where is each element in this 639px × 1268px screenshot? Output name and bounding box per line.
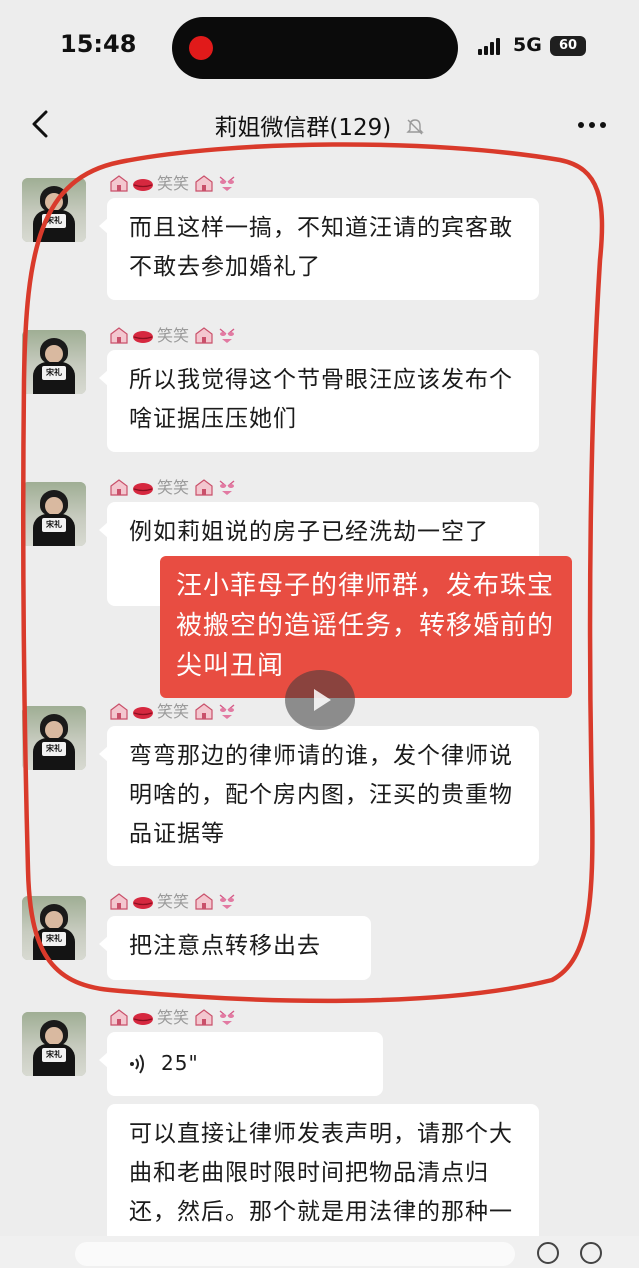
sender-name-text: 笑笑 <box>157 174 190 193</box>
sender-name: 笑笑 <box>109 322 240 348</box>
sender-name-text: 笑笑 <box>157 702 190 721</box>
sender-avatar[interactable]: 宋礼 <box>22 1012 86 1076</box>
bikini-emoji-icon <box>217 477 237 501</box>
sender-name-text: 笑笑 <box>157 1008 190 1027</box>
sender-avatar[interactable]: 宋礼 <box>22 330 86 394</box>
message-text: 弯弯那边的律师请的谁，发个律师说明啥的，配个房内图，汪买的贵重物品证据等 <box>129 743 513 847</box>
lips-emoji-icon <box>132 177 154 197</box>
sender-name-text: 笑笑 <box>157 892 190 911</box>
sender-name: 笑笑 <box>109 888 240 914</box>
lips-emoji-icon <box>132 1011 154 1031</box>
avatar-badge-text: 宋礼 <box>42 1048 66 1062</box>
voice-duration: 25" <box>161 1051 199 1075</box>
sender-avatar[interactable]: 宋礼 <box>22 482 86 546</box>
message-text: 可以直接让律师发表声明，请那个大曲和老曲限时限时间把物品清点归还，然后。那个就是… <box>129 1121 513 1254</box>
avatar-badge-text: 宋礼 <box>42 932 66 946</box>
voice-message-bubble[interactable]: 25" <box>99 1032 383 1096</box>
bikini-emoji-icon <box>217 891 237 915</box>
house-emoji-icon <box>194 325 214 349</box>
lips-emoji-icon <box>132 895 154 915</box>
bikini-emoji-icon <box>217 173 237 197</box>
bikini-emoji-icon <box>217 1007 237 1031</box>
bikini-emoji-icon <box>217 325 237 349</box>
message-text: 例如莉姐说的房子已经洗劫一空了 <box>129 519 489 545</box>
bikini-emoji-icon <box>217 701 237 725</box>
recording-indicator-icon <box>189 36 213 60</box>
sender-avatar[interactable]: 宋礼 <box>22 896 86 960</box>
chat-screen: 15:48 5G 60 莉姐微信群(129) 宋礼 笑笑 而且这样一搞，不知道汪… <box>0 0 639 1268</box>
message-bubble[interactable]: 可以直接让律师发表声明，请那个大曲和老曲限时限时间把物品清点归还，然后。那个就是… <box>107 1104 539 1254</box>
chat-title-text: 莉姐微信群(129) <box>214 115 392 141</box>
dynamic-island <box>172 17 458 79</box>
avatar-badge-text: 宋礼 <box>42 366 66 380</box>
mute-bell-icon <box>405 119 424 135</box>
signal-icon <box>478 37 506 55</box>
avatar-badge-text: 宋礼 <box>42 518 66 532</box>
emoji-icon[interactable] <box>537 1242 559 1264</box>
message-bubble[interactable]: 所以我觉得这个节骨眼汪应该发布个啥证据压压她们 <box>99 350 539 452</box>
sender-avatar[interactable]: 宋礼 <box>22 178 86 242</box>
play-icon[interactable] <box>285 670 355 730</box>
lips-emoji-icon <box>132 481 154 501</box>
chat-title: 莉姐微信群(129) <box>0 108 639 142</box>
message-text: 而且这样一搞，不知道汪请的宾客敢不敢去参加婚礼了 <box>129 215 513 280</box>
input-bar[interactable] <box>0 1236 639 1268</box>
battery-indicator: 60 <box>550 36 586 56</box>
house-emoji-icon <box>109 701 129 725</box>
sender-name-text: 笑笑 <box>157 478 190 497</box>
house-emoji-icon <box>194 477 214 501</box>
message-text: 把注意点转移出去 <box>129 933 321 959</box>
message-input[interactable] <box>75 1242 515 1266</box>
sender-avatar[interactable]: 宋礼 <box>22 706 86 770</box>
message-bubble[interactable]: 把注意点转移出去 <box>99 916 371 980</box>
more-dots-icon[interactable] <box>572 110 612 140</box>
lips-emoji-icon <box>132 329 154 349</box>
sender-name: 笑笑 <box>109 698 240 724</box>
sender-name-text: 笑笑 <box>157 326 190 345</box>
house-emoji-icon <box>109 891 129 915</box>
house-emoji-icon <box>109 173 129 197</box>
avatar-badge-text: 宋礼 <box>42 742 66 756</box>
annotation-caption: 汪小菲母子的律师群，发布珠宝被搬空的造谣任务，转移婚前的尖叫丑闻 <box>160 556 572 698</box>
house-emoji-icon <box>109 325 129 349</box>
house-emoji-icon <box>194 891 214 915</box>
house-emoji-icon <box>194 1007 214 1031</box>
sender-name: 笑笑 <box>109 474 240 500</box>
house-emoji-icon <box>194 701 214 725</box>
voice-wave-icon <box>130 1053 144 1074</box>
message-bubble[interactable]: 弯弯那边的律师请的谁，发个律师说明啥的，配个房内图，汪买的贵重物品证据等 <box>99 726 539 866</box>
message-text: 所以我觉得这个节骨眼汪应该发布个啥证据压压她们 <box>129 367 513 432</box>
avatar-badge-text: 宋礼 <box>42 214 66 228</box>
message-bubble[interactable]: 而且这样一搞，不知道汪请的宾客敢不敢去参加婚礼了 <box>99 198 539 300</box>
add-icon[interactable] <box>580 1242 602 1264</box>
house-emoji-icon <box>194 173 214 197</box>
sender-name: 笑笑 <box>109 1004 240 1030</box>
lips-emoji-icon <box>132 705 154 725</box>
network-type: 5G <box>513 34 542 56</box>
sender-name: 笑笑 <box>109 170 240 196</box>
house-emoji-icon <box>109 477 129 501</box>
annotation-caption-text: 汪小菲母子的律师群，发布珠宝被搬空的造谣任务，转移婚前的尖叫丑闻 <box>176 571 555 681</box>
house-emoji-icon <box>109 1007 129 1031</box>
status-time: 15:48 <box>60 30 137 58</box>
